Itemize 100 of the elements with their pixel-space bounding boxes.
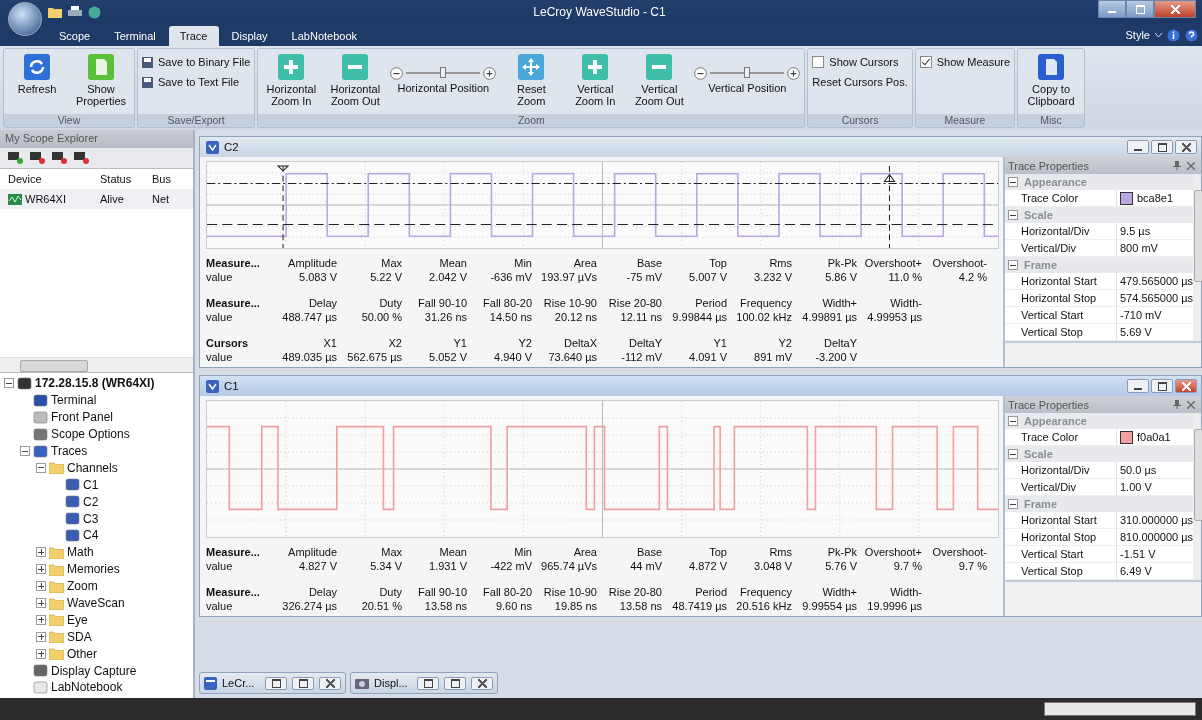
property-value[interactable]: 479.565000 µs	[1120, 275, 1193, 287]
ribbon-tab[interactable]: Terminal	[103, 26, 167, 46]
collapse-icon[interactable]	[4, 378, 14, 389]
collapse-icon[interactable]	[1008, 416, 1018, 426]
tree-item[interactable]: Display Capture	[51, 663, 137, 678]
pin-icon[interactable]	[1173, 161, 1181, 170]
collapse-icon[interactable]	[36, 462, 46, 473]
restore-button[interactable]	[265, 676, 287, 690]
device-icon[interactable]	[74, 151, 90, 165]
tree-item[interactable]: Zoom	[67, 579, 98, 594]
device-icon[interactable]	[8, 151, 24, 165]
tree-item[interactable]: 172.28.15.8 (WR64XI)	[35, 376, 155, 391]
tree-item[interactable]: Other	[67, 646, 97, 661]
printer-icon[interactable]	[68, 6, 82, 18]
property-value[interactable]: 5.69 V	[1120, 326, 1152, 338]
tree-item[interactable]: Terminal	[51, 393, 97, 408]
ribbon-button[interactable]: Vertical Zoom In	[566, 52, 625, 112]
position-slider[interactable]	[710, 67, 785, 79]
ribbon-button[interactable]: Reset Cursors Pos.	[812, 72, 908, 92]
restore-button[interactable]	[1151, 140, 1173, 154]
collapse-icon[interactable]	[1008, 499, 1018, 509]
ribbon-tab[interactable]: Trace	[168, 26, 219, 46]
property-value[interactable]: 574.565000 µs	[1120, 292, 1193, 304]
checkbox[interactable]: Show Measure	[919, 52, 1011, 72]
tree-item[interactable]: C3	[83, 511, 99, 526]
zoom-out-icon[interactable]	[390, 66, 404, 80]
application-orb[interactable]	[8, 2, 42, 36]
expand-icon[interactable]	[36, 547, 46, 558]
ribbon-tab[interactable]: LabNotebook	[280, 26, 369, 46]
column-header[interactable]: Bus	[144, 173, 192, 185]
close-icon[interactable]	[1187, 161, 1195, 170]
horizontal-scrollbar[interactable]	[0, 357, 193, 372]
vertical-scrollbar[interactable]	[1193, 174, 1201, 341]
collapse-icon[interactable]	[1008, 210, 1018, 220]
ribbon-button[interactable]: Vertical Zoom Out	[630, 52, 689, 112]
close-button[interactable]	[1154, 0, 1196, 18]
restore-button[interactable]	[417, 676, 439, 690]
property-value[interactable]: 310.000000 µs	[1120, 514, 1193, 526]
property-value[interactable]: 1.00 V	[1120, 481, 1152, 493]
zoom-out-icon[interactable]	[694, 66, 708, 80]
tree-item[interactable]: Front Panel	[51, 410, 114, 425]
expand-icon[interactable]	[36, 598, 46, 608]
ribbon-button[interactable]: Reset Zoom	[502, 52, 561, 112]
property-value[interactable]: -1.51 V	[1120, 548, 1156, 560]
tree-item[interactable]: C4	[83, 528, 99, 543]
minimize-button[interactable]	[1098, 0, 1126, 18]
tree-item[interactable]: SDA	[67, 629, 92, 644]
ribbon-button[interactable]: Horizontal Zoom In	[262, 52, 321, 112]
column-header[interactable]: Device	[0, 173, 92, 185]
zoom-in-icon[interactable]	[787, 66, 801, 80]
pin-icon[interactable]	[1173, 400, 1181, 409]
tree-item[interactable]: Traces	[51, 444, 88, 458]
expand-icon[interactable]	[36, 648, 46, 659]
expand-icon[interactable]	[36, 631, 46, 642]
collapse-icon[interactable]	[1008, 260, 1018, 270]
collapse-icon[interactable]	[20, 446, 30, 456]
device-row[interactable]: WR64XI Alive Net	[0, 189, 193, 209]
folder-icon[interactable]	[48, 6, 62, 18]
close-button[interactable]	[1175, 379, 1197, 393]
minimize-button[interactable]	[1127, 379, 1149, 393]
tree-item[interactable]: Math	[67, 545, 94, 560]
minimized-window[interactable]: LeCr...	[199, 672, 346, 694]
property-value[interactable]: 6.49 V	[1120, 565, 1152, 577]
maximize-button[interactable]	[1126, 0, 1154, 18]
column-header[interactable]: Status	[92, 173, 144, 185]
tree-item[interactable]: Channels	[67, 460, 118, 475]
restore-button[interactable]	[1151, 379, 1173, 393]
zoom-in-icon[interactable]	[483, 66, 497, 80]
tree-item[interactable]: LabNotebook	[51, 680, 123, 695]
ribbon-button[interactable]: Horizontal Zoom Out	[326, 52, 385, 112]
tree-item[interactable]: C1	[83, 477, 99, 492]
expand-icon[interactable]	[36, 614, 46, 625]
style-menu[interactable]: Style	[1125, 29, 1150, 41]
minimized-window[interactable]: Displ...	[350, 672, 498, 694]
ribbon-tab[interactable]: Scope	[48, 26, 102, 46]
property-value[interactable]: f0a0a1	[1137, 431, 1171, 443]
property-value[interactable]: bca8e1	[1137, 192, 1174, 204]
ribbon-button[interactable]: Save to Text File	[142, 72, 251, 92]
device-icon[interactable]	[52, 151, 68, 165]
collapse-icon[interactable]	[1008, 449, 1018, 459]
tree-item[interactable]: Memories	[67, 562, 120, 577]
close-button[interactable]	[471, 676, 493, 690]
device-icon[interactable]	[30, 151, 46, 165]
ribbon-button[interactable]: Show Properties	[72, 52, 130, 112]
property-value[interactable]: 9.5 µs	[1120, 225, 1151, 237]
help-icon[interactable]	[1185, 28, 1198, 42]
ribbon-button[interactable]: Refresh	[8, 52, 66, 112]
property-value[interactable]: -710 mV	[1120, 309, 1162, 321]
close-button[interactable]	[1175, 140, 1197, 154]
maximize-button[interactable]	[292, 676, 314, 690]
maximize-button[interactable]	[444, 676, 466, 690]
tree-item[interactable]: Eye	[67, 612, 88, 627]
ribbon-button[interactable]: Copy to Clipboard	[1022, 52, 1081, 112]
position-slider[interactable]	[406, 67, 481, 79]
expand-icon[interactable]	[36, 564, 46, 575]
checkbox[interactable]: Show Cursors	[812, 52, 908, 72]
minimize-button[interactable]	[1127, 140, 1149, 154]
close-icon[interactable]	[1187, 400, 1195, 409]
tree-item[interactable]: Scope Options	[51, 427, 130, 442]
tree-item[interactable]: C2	[83, 494, 99, 509]
